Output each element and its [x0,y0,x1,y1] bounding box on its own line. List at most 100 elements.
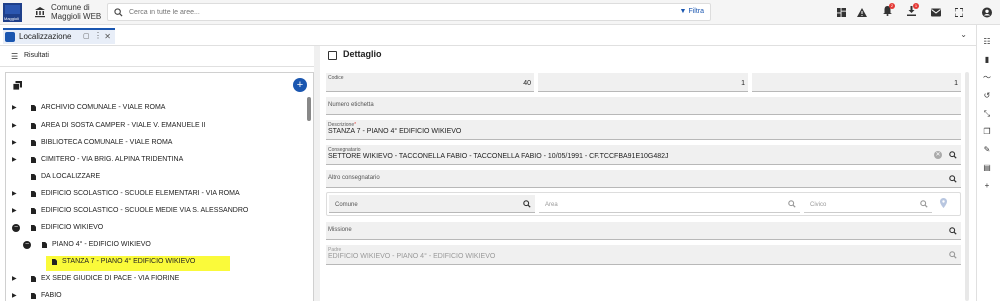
app-name-line1: Comune di [51,3,90,12]
document-icon [31,123,36,129]
codice-value-1: 40 [523,80,531,87]
collapse-icon[interactable]: − [12,224,20,232]
detail-title: Dettaglio [343,49,382,59]
trend-icon[interactable]: 〜 [982,73,992,83]
list-icon[interactable]: ☰ [11,52,18,61]
codice-value-3: 1 [954,80,958,87]
downloads-button[interactable]: 1 [907,3,919,19]
copy-icon[interactable]: ❐ [982,127,992,137]
right-sidebar: ☷ ▮ 〜 ↺ ⤡ ❐ ✎ ▤ + [976,25,1000,301]
tree-row-label: PIANO 4° - EDIFICIO WIKIEVO [52,241,151,248]
address-group: Comune Area Civico [326,192,961,216]
search-icon [114,8,123,17]
tree-row-label: EDIFICIO WIKIEVO [41,224,104,231]
tree-scrollbar[interactable] [307,97,311,121]
codice-field-3[interactable]: 1 [752,73,961,92]
account-icon[interactable] [982,6,992,19]
codice-label: Codice [328,75,344,81]
search-icon [949,251,957,259]
list-detail-icon[interactable]: ☷ [982,37,992,47]
expand-arrow-icon[interactable]: ▶ [12,272,20,286]
results-title: Risultati [24,52,49,59]
expand-arrow-icon[interactable]: ▶ [12,153,20,167]
comune-label: Comune [335,202,358,208]
search-icon[interactable] [949,175,957,183]
search-icon[interactable] [788,200,796,208]
tree-row-label: EX SEDE GIUDICE DI PACE - VIA FIORINE [41,275,180,282]
app-name[interactable]: Comune di Maggioli WEB [51,3,101,21]
document-icon [31,157,36,163]
tree-row-label: AREA DI SOSTA CAMPER - VIALE V. EMANUELE… [41,122,206,129]
tree-row-label: CIMITERO - VIA BRIG. ALPINA TRIDENTINA [41,156,184,163]
expand-arrow-icon[interactable]: ▶ [12,119,20,133]
tree-row-label: EDIFICIO SCOLASTICO - SCUOLE MEDIE VIA S… [41,207,249,214]
document-icon [31,276,36,282]
area-field[interactable]: Area [539,195,800,213]
expand-arrow-icon[interactable]: ▶ [12,101,20,115]
expand-arrow-icon[interactable]: ▶ [12,204,20,218]
codice-field-1[interactable]: Codice 40 [326,73,534,92]
document-icon [31,174,36,180]
add-icon[interactable]: + [982,181,992,191]
fullscreen-icon[interactable] [955,6,963,19]
tab-label: Localizzazione [19,32,72,41]
clear-icon[interactable]: ✕ [934,151,942,159]
document-icon [31,191,36,197]
panel-splitter[interactable] [314,46,320,301]
padre-value: EDIFICIO WIKIEVO - PIANO 4° - EDIFICIO W… [328,253,496,260]
link-icon[interactable]: ⤡ [982,109,992,119]
tab-localizzazione[interactable]: Localizzazione ▢ ⋮ ✕ [3,28,115,44]
search-icon[interactable] [523,200,531,208]
history-icon[interactable]: ↺ [982,91,992,101]
area-label: Area [545,202,558,208]
civico-label: Civico [810,202,827,208]
tree-row-label: STANZA 7 - PIANO 4° EDIFICIO WIKIEVO [62,258,196,265]
close-icon[interactable]: ✕ [104,32,111,41]
padre-field: Padre EDIFICIO WIKIEVO - PIANO 4° - EDIF… [326,245,961,265]
mail-icon[interactable] [931,6,941,19]
expand-arrow-icon[interactable]: ▶ [12,187,20,201]
add-button[interactable]: + [293,78,307,92]
pin-icon[interactable]: ▢ [83,32,90,40]
notifications-badge: 2 [889,3,895,9]
document-icon [31,208,36,214]
altro-consegnatario-label: Altro consegnatario [328,175,380,181]
expand-arrow-icon[interactable]: ▶ [12,136,20,150]
filter-icon: ▼ [679,8,687,15]
civico-field[interactable]: Civico [804,195,932,213]
notifications-button[interactable]: 2 [883,3,895,19]
warning-icon[interactable] [857,6,867,19]
document-icon [31,105,36,111]
consegnatario-field[interactable]: Consegnatario SETTORE WIKIEVO - TACCONEL… [326,145,961,165]
search-icon[interactable] [920,200,928,208]
municipality-logo[interactable]: Maggioli [3,3,22,22]
missione-field[interactable]: Missione [326,222,961,240]
search-icon[interactable] [949,151,957,159]
detail-scrollbar[interactable] [965,72,969,301]
panel-icon[interactable] [328,51,337,60]
book-icon[interactable]: ▮ [982,55,992,65]
chevron-down-icon[interactable]: ⌄ [960,30,967,39]
tree-row-label: DA LOCALIZZARE [41,173,101,180]
codice-field-2[interactable]: 1 [538,73,748,92]
codice-value-2: 1 [741,80,745,87]
map-pin-icon[interactable] [940,198,947,208]
descrizione-value: STANZA 7 - PIANO 4° EDIFICIO WIKIEVO [328,128,462,135]
dashboard-icon[interactable] [837,6,846,19]
file-icon[interactable]: ▤ [982,163,992,173]
global-search-input[interactable] [129,6,609,19]
tab-bar: Localizzazione ▢ ⋮ ✕ ⌄ [0,25,1000,46]
search-icon[interactable] [949,227,957,235]
numero-etichetta-field[interactable]: Numero etichetta [326,97,961,115]
more-vert-icon[interactable]: ⋮ [94,31,102,40]
filter-button[interactable]: ▼ Filtra [680,8,704,15]
copy-icon[interactable] [13,81,22,90]
collapse-icon[interactable]: − [23,241,31,249]
edit-document-icon[interactable]: ✎ [982,145,992,155]
downloads-badge: 1 [913,3,919,9]
descrizione-field[interactable]: Descrizione* STANZA 7 - PIANO 4° EDIFICI… [326,120,961,140]
consegnatario-value: SETTORE WIKIEVO - TACCONELLA FABIO - TAC… [328,153,669,160]
altro-consegnatario-field[interactable]: Altro consegnatario [326,170,961,188]
filter-label: Filtra [688,8,704,15]
comune-field[interactable]: Comune [329,195,535,213]
